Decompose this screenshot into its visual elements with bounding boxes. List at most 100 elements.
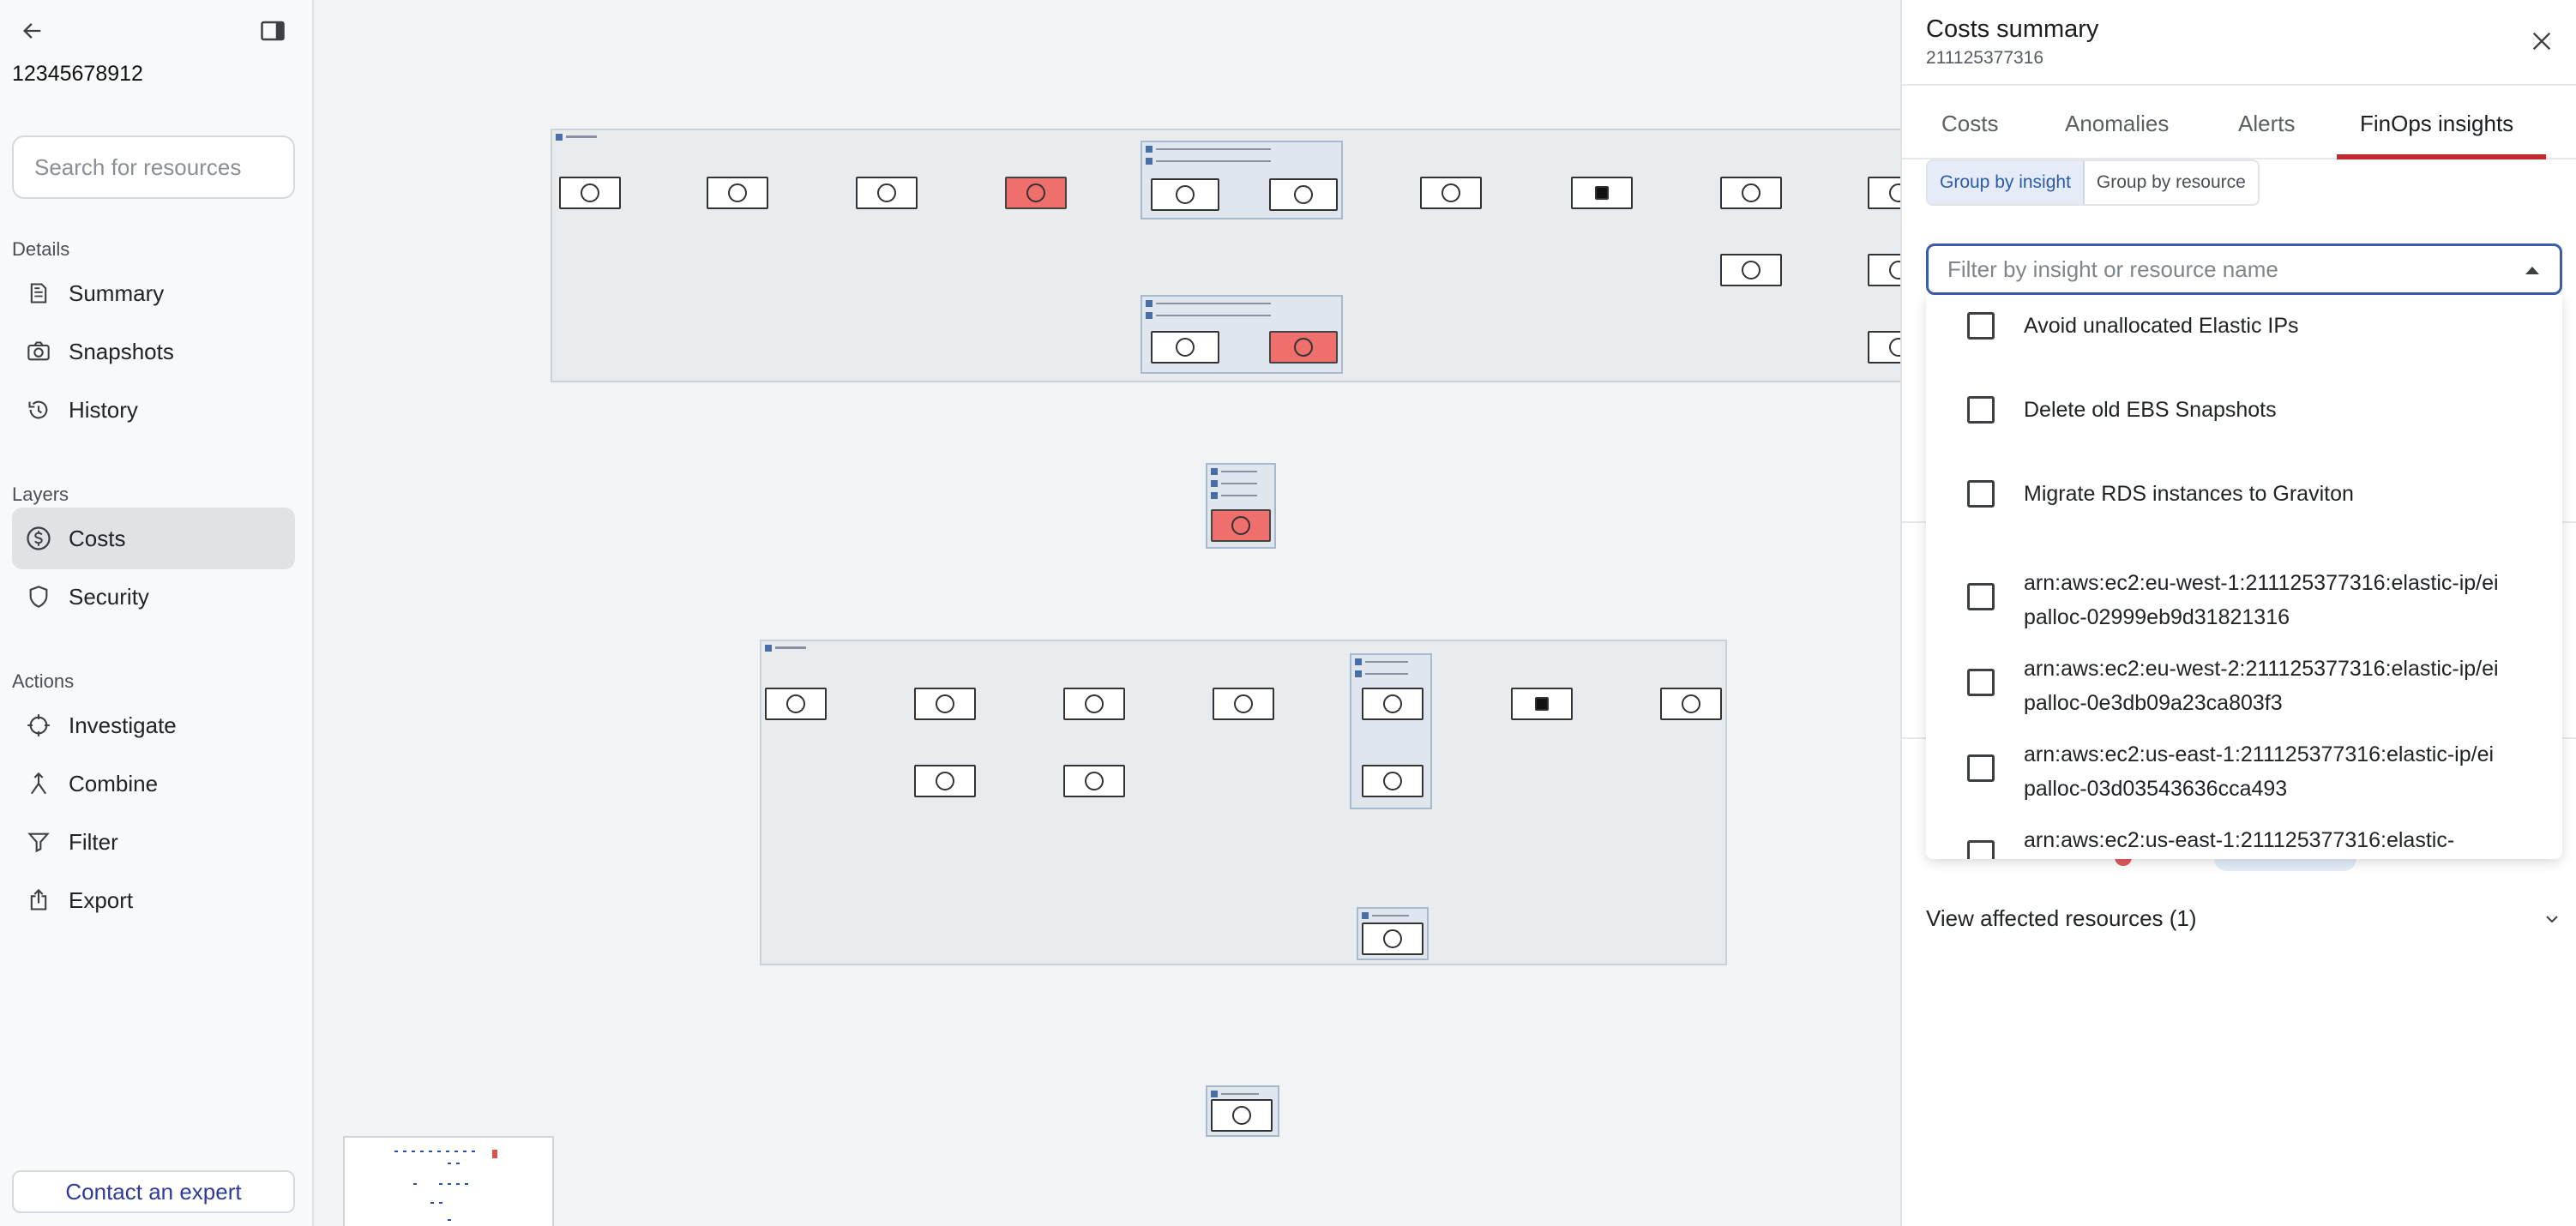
shield-icon	[24, 582, 53, 611]
resource-node-flagged[interactable]	[1005, 177, 1067, 209]
tab-alerts[interactable]: Alerts	[2238, 86, 2295, 161]
sidebar-item-label: Investigate	[69, 712, 177, 738]
view-affected-resources-toggle[interactable]: View affected resources (1)	[1926, 897, 2562, 940]
option-checkbox[interactable]	[1967, 754, 1995, 782]
resource-node[interactable]	[1151, 178, 1219, 211]
panel-title: Costs summary	[1926, 15, 2099, 43]
back-arrow-icon[interactable]	[15, 14, 50, 48]
resource-node[interactable]	[1511, 688, 1573, 720]
filter-option[interactable]: Delete old EBS Snapshots	[1926, 393, 2562, 427]
nested-group-labels	[1355, 658, 1427, 682]
left-sidebar: 12345678912 Details Summary Snapshots Hi…	[0, 0, 314, 1226]
insight-filter-dropdown: Avoid unallocated Elastic IPs Delete old…	[1926, 295, 2562, 859]
group-by-resource-button[interactable]: Group by resource	[2084, 161, 2258, 204]
option-checkbox[interactable]	[1967, 840, 1995, 859]
search-input[interactable]	[12, 135, 295, 199]
filter-option[interactable]: Avoid unallocated Elastic IPs	[1926, 309, 2562, 343]
crosshair-icon	[24, 711, 53, 740]
resource-node[interactable]	[1269, 178, 1338, 211]
sidebar-item-export[interactable]: Export	[12, 869, 295, 931]
section-label-details: Details	[12, 238, 70, 260]
option-checkbox[interactable]	[1967, 396, 1995, 424]
resource-node-flagged[interactable]	[1269, 331, 1338, 364]
resource-node[interactable]	[1063, 688, 1125, 720]
insight-filter-combobox[interactable]	[1926, 243, 2562, 295]
camera-icon	[24, 337, 53, 366]
sidebar-item-filter[interactable]: Filter	[12, 811, 295, 873]
resource-node[interactable]	[1660, 688, 1722, 720]
sidebar-item-history[interactable]: History	[12, 379, 295, 441]
option-label: Avoid unallocated Elastic IPs	[2024, 314, 2299, 338]
filter-option[interactable]: arn:aws:ec2:us-east-1:211125377316:elast…	[1926, 823, 2562, 859]
resource-node[interactable]	[1213, 688, 1274, 720]
nested-group-labels	[1146, 146, 1338, 170]
tab-costs[interactable]: Costs	[1941, 86, 1998, 161]
filter-option[interactable]: arn:aws:ec2:eu-west-2:211125377316:elast…	[1926, 652, 2562, 720]
sidebar-header	[12, 14, 295, 48]
option-checkbox[interactable]	[1967, 480, 1995, 508]
insight-filter-input[interactable]	[1947, 255, 2496, 283]
tab-anomalies[interactable]: Anomalies	[2065, 86, 2169, 161]
group-by-insight-button[interactable]: Group by insight	[1928, 161, 2085, 204]
sidebar-item-combine[interactable]: Combine	[12, 753, 295, 814]
option-checkbox[interactable]	[1967, 583, 1995, 610]
option-checkbox[interactable]	[1967, 669, 1995, 696]
sidebar-item-snapshots[interactable]: Snapshots	[12, 321, 295, 382]
resource-node[interactable]	[1211, 1099, 1273, 1132]
resource-node[interactable]	[1720, 254, 1782, 286]
resource-node[interactable]	[1720, 177, 1782, 209]
account-id: 12345678912	[12, 62, 143, 86]
sidebar-item-investigate[interactable]: Investigate	[12, 694, 295, 756]
lambda-node[interactable]	[1362, 923, 1423, 955]
minimap[interactable]	[343, 1136, 554, 1226]
history-icon	[24, 395, 53, 424]
caret-up-icon[interactable]	[2524, 265, 2541, 275]
sidebar-item-label: Costs	[69, 525, 126, 551]
resource-node[interactable]	[765, 688, 827, 720]
resource-node[interactable]	[914, 765, 976, 797]
group-tag	[765, 645, 816, 652]
sidebar-item-security[interactable]: Security	[12, 566, 295, 628]
resource-node[interactable]	[707, 177, 768, 209]
resource-node[interactable]	[1868, 331, 1900, 364]
architecture-canvas[interactable]	[314, 0, 1900, 1226]
resource-node[interactable]	[1362, 765, 1423, 797]
sidebar-item-label: Snapshots	[69, 338, 174, 364]
filter-option[interactable]: arn:aws:ec2:eu-west-1:211125377316:elast…	[1926, 566, 2562, 634]
option-label: arn:aws:ec2:us-east-1:211125377316:elast…	[2024, 828, 2455, 852]
lambda-node[interactable]	[856, 177, 918, 209]
resource-node[interactable]	[1571, 177, 1633, 209]
resource-node[interactable]	[1420, 177, 1482, 209]
funnel-icon	[24, 827, 53, 856]
sidebar-item-label: Combine	[69, 770, 159, 796]
resource-node[interactable]	[1063, 765, 1125, 797]
costs-summary-panel: Costs summary 211125377316 Costs Anomali…	[1900, 0, 2576, 1226]
tab-finops-insights[interactable]: FinOps insights	[2360, 86, 2513, 161]
resource-node-flagged[interactable]	[1211, 509, 1271, 542]
option-checkbox[interactable]	[1967, 312, 1995, 340]
contact-expert-button[interactable]: Contact an expert	[12, 1170, 295, 1213]
resource-node[interactable]	[914, 688, 976, 720]
resource-node[interactable]	[559, 177, 621, 209]
view-affected-label: View affected resources (1)	[1926, 904, 2197, 931]
resource-node[interactable]	[1151, 331, 1219, 364]
nested-group-labels	[1211, 468, 1271, 504]
resource-node[interactable]	[1868, 254, 1900, 286]
option-label: Delete old EBS Snapshots	[2024, 398, 2277, 422]
active-tab-indicator	[2337, 154, 2546, 159]
resource-node[interactable]	[1868, 177, 1900, 209]
close-icon[interactable]	[2525, 24, 2559, 58]
minimap-graphic	[394, 1150, 497, 1221]
sidebar-item-label: Security	[69, 583, 149, 610]
sidebar-item-label: Filter	[69, 828, 118, 855]
sidebar-item-costs[interactable]: Costs	[12, 508, 295, 569]
toggle-panel-icon[interactable]	[256, 14, 290, 48]
filter-option[interactable]: Migrate RDS instances to Graviton	[1926, 477, 2562, 511]
option-label: arn:aws:ec2:eu-west-1:211125377316:elast…	[2024, 571, 2499, 629]
sidebar-item-summary[interactable]: Summary	[12, 262, 295, 324]
sidebar-item-label: Export	[69, 886, 134, 913]
panel-tabs: Costs Anomalies Alerts FinOps insights	[1902, 84, 2576, 159]
resource-node[interactable]	[1362, 688, 1423, 720]
group-by-toggle: Group by insight Group by resource	[1926, 159, 2260, 206]
filter-option[interactable]: arn:aws:ec2:us-east-1:211125377316:elast…	[1926, 737, 2562, 806]
